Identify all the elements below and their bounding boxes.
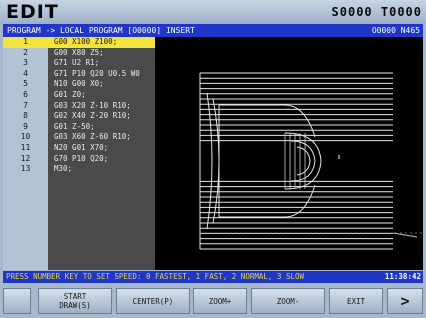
program-header: PROGRAM -> LOCAL PROGRAM [O0000] INSERT … (3, 24, 423, 37)
program-line[interactable]: 3 G71 U2 R1; (3, 58, 155, 69)
line-number: 6 (3, 89, 48, 101)
start-draw-button[interactable]: START DRAW(S) (38, 288, 112, 314)
line-number: 3 (3, 58, 48, 69)
clock: 11:38:42 (384, 272, 421, 281)
line-number: 11 (3, 142, 48, 154)
line-code: G03 X60 Z-60 R10; (54, 132, 131, 142)
program-line[interactable]: 12 G70 P10 Q20; (3, 153, 155, 165)
zoom-in-label: ZOOM+ (208, 296, 232, 306)
program-listing[interactable]: 1 G00 X100 Z100; 2 G00 X80 Z5; 3 G71 U2 R1; 4 G… (3, 37, 155, 270)
line-code: N20 G01 X70; (54, 142, 109, 152)
zoom-out-button[interactable]: ZOOM- (251, 288, 325, 314)
exit-button[interactable]: EXIT (329, 288, 383, 314)
program-lines: 1 G00 X100 Z100; 2 G00 X80 Z5; 3 G71 U2 R1; 4 G… (3, 37, 155, 175)
zoom-in-button[interactable]: ZOOM+ (193, 288, 247, 314)
axis-line (392, 232, 418, 238)
program-line[interactable]: 8 G02 X40 Z-20 R10; (3, 111, 155, 122)
line-number: 5 (3, 79, 48, 90)
line-number: 12 (3, 153, 48, 165)
program-line[interactable]: 2 G00 X80 Z5; (3, 47, 155, 59)
line-number: 7 (3, 100, 48, 112)
program-line[interactable]: 9 G01 Z-50; (3, 121, 155, 133)
program-line[interactable]: 10 G03 X60 Z-60 R10; (3, 132, 155, 143)
line-number: 1 (3, 37, 48, 48)
spindle-tool-readout: S0000 T0000 (331, 5, 422, 19)
program-line[interactable]: 6 G01 Z0; (3, 89, 155, 101)
line-code: N10 G00 X0; (54, 79, 104, 89)
center-label: CENTER(P) (132, 296, 174, 306)
softkey-blank[interactable] (3, 288, 31, 314)
program-path: PROGRAM -> LOCAL PROGRAM [O0000] INSERT (7, 26, 195, 35)
next-page-button[interactable]: > (387, 288, 423, 314)
line-code: G00 X80 Z5; (54, 47, 104, 57)
softkey-bar: START DRAW(S) CENTER(P) ZOOM+ ZOOM- EXIT… (0, 285, 426, 318)
top-bar: EDIT S0000 T0000 (0, 0, 426, 24)
toolpath-svg (199, 72, 423, 250)
chevron-right-icon: > (400, 291, 410, 310)
start-draw-label: START DRAW(S) (59, 292, 91, 310)
path-arc (206, 92, 213, 230)
line-number: 10 (3, 132, 48, 143)
line-number: 8 (3, 111, 48, 122)
line-code: M30; (54, 164, 73, 174)
exit-label: EXIT (346, 296, 366, 306)
program-line[interactable]: 4 G71 P10 Q20 U0.5 W0 (3, 68, 155, 80)
line-code: G03 X20 Z-10 R10; (54, 100, 131, 110)
center-button[interactable]: CENTER(P) (116, 288, 190, 314)
program-line[interactable]: 5 N10 G00 X0; (3, 79, 155, 90)
status-bar: PRESS NUMBER KEY TO SET SPEED: 0 FASTEST… (3, 271, 423, 283)
cnc-screen: EDIT S0000 T0000 PROGRAM -> LOCAL PROGRA… (0, 0, 426, 318)
program-line[interactable]: 7 G03 X20 Z-10 R10; (3, 100, 155, 112)
toolpath-graphic[interactable] (155, 37, 423, 270)
contour-arc (296, 146, 311, 176)
program-line[interactable]: 13 M30; (3, 164, 155, 175)
line-number: 9 (3, 121, 48, 133)
line-code: G02 X40 Z-20 R10; (54, 111, 131, 121)
line-code: G00 X100 Z100; (48, 37, 155, 48)
line-number: 4 (3, 68, 48, 80)
program-number: O0000 N465 (371, 26, 420, 35)
line-number: 2 (3, 47, 48, 59)
line-code: G71 P10 Q20 U0.5 W0 (54, 68, 140, 78)
line-code: G70 P10 Q20; (54, 153, 109, 163)
line-code: G71 U2 R1; (54, 58, 100, 68)
program-line[interactable]: 11 N20 G01 X70; (3, 142, 155, 154)
line-code: G01 Z0; (54, 89, 86, 99)
line-code: G01 Z-50; (54, 121, 95, 131)
mode-title: EDIT (6, 1, 59, 23)
status-message: PRESS NUMBER KEY TO SET SPEED: 0 FASTEST… (6, 272, 305, 281)
program-line[interactable]: 1 G00 X100 Z100; (3, 37, 155, 48)
line-number: 13 (3, 164, 48, 175)
zoom-out-label: ZOOM- (276, 296, 300, 306)
path-arc (212, 98, 220, 224)
